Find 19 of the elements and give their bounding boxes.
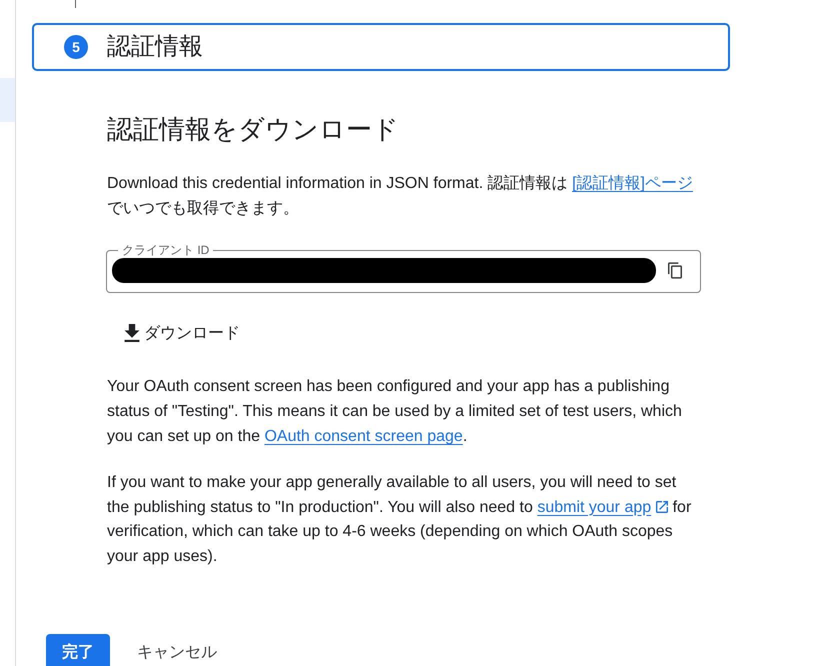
copy-button[interactable]	[665, 260, 685, 280]
download-button[interactable]: ダウンロード	[118, 318, 246, 348]
cancel-button[interactable]: キャンセル	[125, 634, 229, 666]
section-heading: 認証情報をダウンロード	[107, 113, 399, 145]
step-number: 5	[64, 35, 88, 59]
client-id-field[interactable]: クライアント ID	[106, 243, 701, 293]
download-icon	[124, 324, 140, 342]
description-text: Download this credential information in JSON format. 認証情報は [認証情報]ページ でいつでも取得できます。	[107, 174, 694, 219]
done-button[interactable]: 完了	[46, 634, 110, 666]
step-connector-line	[75, 0, 76, 8]
step-title: 認証情報	[107, 32, 203, 62]
client-id-label: クライアント ID	[121, 243, 210, 257]
text-link[interactable]: submit your app	[537, 498, 668, 516]
text-link[interactable]: OAuth consent screen page	[264, 428, 463, 445]
text-link[interactable]: [認証情報]ページ	[572, 175, 693, 192]
copy-icon	[668, 262, 682, 279]
step-header[interactable]: 5 認証情報	[32, 23, 730, 71]
info-paragraph: Your OAuth consent screen has been configured and your app has a publishing status of "Testing". This means it can be used by a limited set of test users, which you can set up on the OAuth consent screen page.	[107, 377, 683, 447]
info-paragraph: If you want to make your app generally available to all users, you will need to set the publishing status to "In production". You will also need to submit your app for verification, which can take up to 4-6 weeks (depending on which OAuth scopes your app uses).	[107, 473, 692, 566]
